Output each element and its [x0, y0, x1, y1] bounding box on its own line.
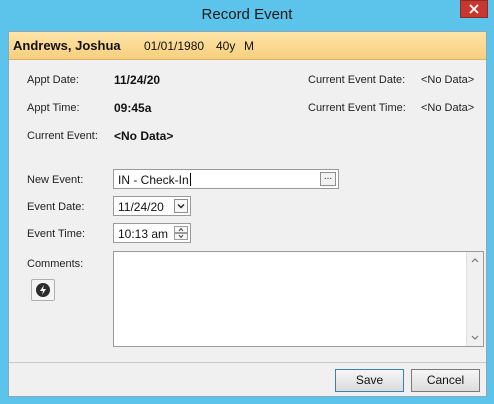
- new-event-label: New Event:: [27, 174, 84, 186]
- date-dropdown-button[interactable]: [174, 199, 188, 213]
- spin-down-button[interactable]: [174, 233, 188, 240]
- current-event-time-label: Current Event Time:: [308, 102, 406, 114]
- text-caret: [189, 173, 191, 186]
- appt-date-label: Appt Date:: [27, 74, 79, 86]
- chevron-up-icon: [178, 227, 184, 232]
- patient-sex: M: [244, 39, 254, 53]
- new-event-field[interactable]: IN - Check-In ...: [113, 169, 339, 189]
- dialog-body: Andrews, Joshua 01/01/1980 40y M Appt Da…: [8, 31, 487, 397]
- patient-dob: 01/01/1980: [144, 39, 205, 53]
- record-event-window: Record Event Andrews, Joshua 01/01/1980 …: [0, 0, 494, 404]
- appt-date-value: 11/24/20: [114, 73, 161, 87]
- comments-textarea[interactable]: [113, 251, 484, 347]
- save-button[interactable]: Save: [335, 369, 404, 392]
- event-time-label: Event Time:: [27, 228, 86, 240]
- current-event-date-label: Current Event Date:: [308, 74, 406, 86]
- time-spinner: [174, 226, 188, 240]
- appt-time-label: Appt Time:: [27, 102, 80, 114]
- close-button[interactable]: [460, 0, 488, 18]
- dialog-footer: Save Cancel: [9, 362, 486, 396]
- event-date-value: 11/24/20: [118, 200, 164, 214]
- comments-scrollbar[interactable]: [466, 252, 483, 346]
- patient-banner: Andrews, Joshua 01/01/1980 40y M: [9, 32, 486, 60]
- window-title: Record Event: [201, 6, 293, 23]
- event-time-value: 10:13 am: [118, 227, 169, 241]
- current-event-date-value: <No Data>: [421, 74, 475, 86]
- event-date-label: Event Date:: [27, 201, 85, 213]
- scroll-down-icon: [471, 335, 479, 340]
- event-time-stepper[interactable]: 10:13 am: [113, 223, 191, 243]
- patient-name: Andrews, Joshua: [13, 38, 121, 53]
- patient-age: 40y: [216, 39, 236, 53]
- spin-up-button[interactable]: [174, 226, 188, 233]
- browse-event-button[interactable]: ...: [320, 172, 336, 186]
- current-event-label: Current Event:: [27, 130, 98, 142]
- comments-label: Comments:: [27, 258, 84, 270]
- new-event-value: IN - Check-In: [118, 173, 189, 187]
- current-event-time-value: <No Data>: [421, 102, 475, 114]
- event-date-picker[interactable]: 11/24/20: [113, 196, 191, 216]
- lightning-icon: [36, 283, 50, 297]
- chevron-down-icon: [178, 234, 184, 239]
- cancel-button[interactable]: Cancel: [411, 369, 480, 392]
- chevron-down-icon: [177, 204, 185, 209]
- close-icon: [469, 4, 479, 14]
- appt-time-value: 09:45a: [114, 101, 152, 115]
- quick-text-button[interactable]: [31, 279, 55, 301]
- scroll-up-icon: [471, 258, 479, 263]
- title-bar[interactable]: Record Event: [0, 0, 494, 30]
- current-event-value: <No Data>: [114, 129, 174, 143]
